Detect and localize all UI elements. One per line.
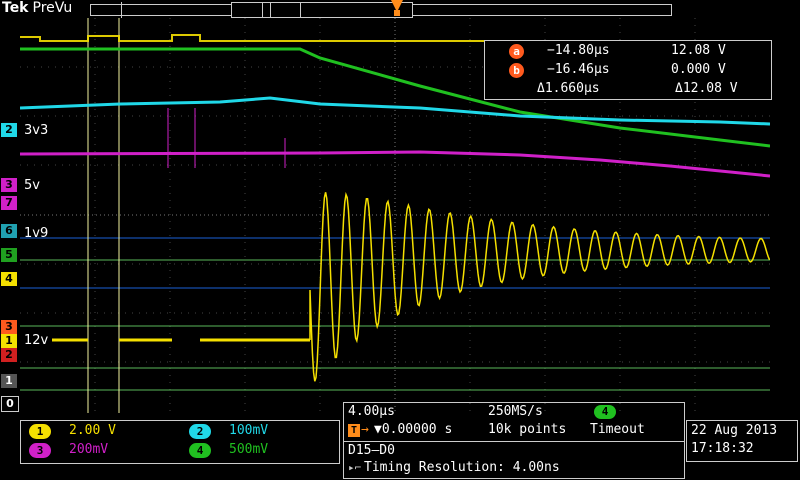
ch2-trace-label: 3v3 bbox=[24, 123, 49, 138]
ch2-badge[interactable]: 2 bbox=[189, 424, 211, 439]
sample-rate: 250MS/s bbox=[488, 404, 543, 419]
cursor-readout: a −14.80µs 12.08 V b −16.46µs 0.000 V Δ1… bbox=[484, 40, 772, 100]
trigger-position-icon: T bbox=[348, 424, 360, 437]
digital-1-indicator[interactable]: 1 bbox=[1, 374, 17, 388]
digital-7-indicator[interactable]: 7 bbox=[1, 196, 17, 210]
ch1-trace-label: 12v bbox=[24, 333, 49, 348]
record-length: 10k points bbox=[488, 422, 567, 437]
brand-name: Tek bbox=[2, 0, 29, 16]
digital-settings-panel[interactable]: D15–D0 ▸⌐ Timing Resolution: 4.00ns bbox=[343, 441, 685, 479]
digital-group: D15–D0 bbox=[348, 443, 395, 458]
channel-settings-panel: 1 2.00 V 2 100mV 3 200mV 4 500mV bbox=[20, 420, 340, 464]
date: 22 Aug 2013 bbox=[691, 423, 778, 438]
ch6-trace-label: 1v9 bbox=[24, 226, 49, 241]
ch1-badge[interactable]: 1 bbox=[29, 424, 51, 439]
trigger-channel-badge[interactable]: 4 bbox=[594, 405, 616, 419]
timing-resolution-icon: ▸⌐ bbox=[348, 461, 362, 474]
cursor-b-icon: b bbox=[509, 63, 524, 78]
ch2-scale[interactable]: 100mV bbox=[229, 423, 268, 438]
ch4-scale[interactable]: 500mV bbox=[229, 442, 268, 457]
trigger-status: Timeout bbox=[590, 422, 645, 437]
cursor-b-time: −16.46µs bbox=[547, 62, 610, 77]
cursor-delta-value: Δ12.08 V bbox=[675, 81, 738, 96]
digital-0-indicator[interactable]: 0 bbox=[1, 396, 19, 412]
timebase[interactable]: 4.00µs bbox=[348, 404, 395, 419]
digital-6-indicator[interactable]: 6 bbox=[1, 224, 17, 238]
record-view-bar[interactable] bbox=[90, 2, 672, 18]
date-time-panel: 22 Aug 2013 17:18:32 bbox=[686, 420, 798, 462]
digital-4-indicator[interactable]: 4 bbox=[1, 272, 17, 286]
brand-logo: Tek PreVu bbox=[2, 0, 72, 16]
ch2-indicator[interactable]: 2 bbox=[1, 123, 17, 137]
horizontal-settings-panel[interactable]: 4.00µs 250MS/s T → ▼0.00000 s 10k points… bbox=[343, 402, 685, 442]
ch4-badge[interactable]: 4 bbox=[189, 443, 211, 458]
left-channel-strip: 2 3 7 6 5 4 3 1 2 1 0 bbox=[0, 18, 20, 413]
timing-resolution: Timing Resolution: 4.00ns bbox=[364, 460, 560, 475]
trigger-arrow-glyph: → bbox=[361, 422, 369, 437]
ch1-scale[interactable]: 2.00 V bbox=[69, 423, 116, 438]
record-view-window[interactable] bbox=[231, 2, 413, 18]
cursor-delta-time: Δ1.660µs bbox=[537, 81, 600, 96]
ch3-indicator[interactable]: 3 bbox=[1, 178, 17, 192]
digital-5-indicator[interactable]: 5 bbox=[1, 248, 17, 262]
cursor-a-value: 12.08 V bbox=[671, 43, 726, 58]
ch3-scale[interactable]: 200mV bbox=[69, 442, 108, 457]
ch3-trace-label: 5v bbox=[24, 178, 40, 193]
trigger-position[interactable]: ▼0.00000 s bbox=[374, 422, 452, 437]
ch3-badge[interactable]: 3 bbox=[29, 443, 51, 458]
acquisition-mode: PreVu bbox=[32, 0, 73, 16]
cursor-a-time: −14.80µs bbox=[547, 43, 610, 58]
time: 17:18:32 bbox=[691, 441, 754, 456]
digital-3-indicator[interactable]: 3 bbox=[1, 320, 17, 334]
cursor-b-value: 0.000 V bbox=[671, 62, 726, 77]
ch1-indicator[interactable]: 1 bbox=[1, 334, 17, 348]
digital-2-indicator[interactable]: 2 bbox=[1, 348, 17, 362]
cursor-a-icon: a bbox=[509, 44, 524, 59]
